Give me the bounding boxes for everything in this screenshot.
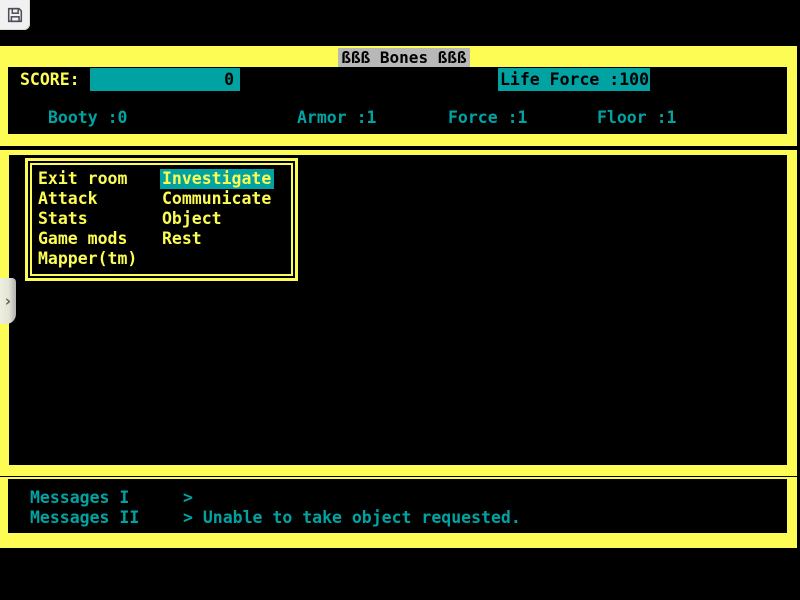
messages-1-content: > [183, 488, 193, 508]
menu-item-attack[interactable]: Attack [38, 189, 137, 209]
menu-item-object[interactable]: Object [162, 209, 274, 229]
message-row: Messages I > [0, 488, 797, 508]
score-panel: ßßß Bones ßßß SCORE: 0 Life Force :100 B… [0, 46, 797, 146]
messages-panel: Messages I > Messages II > Unable to tak… [0, 477, 797, 548]
stat-booty: Booty :0 [48, 107, 127, 129]
stat-armor: Armor :1 [297, 107, 376, 129]
menu-item-investigate[interactable]: Investigate [160, 169, 274, 189]
main-panel: Exit room Attack Stats Game mods Mapper(… [0, 150, 797, 476]
stat-force: Force :1 [448, 107, 527, 129]
menu-item-game-mods[interactable]: Game mods [38, 229, 137, 249]
menu-item-mapper[interactable]: Mapper(tm) [38, 249, 137, 269]
sidebar-expand-tab[interactable]: › [0, 278, 16, 324]
score-bar: 0 [90, 68, 240, 91]
life-force-badge: Life Force :100 [498, 68, 650, 91]
floppy-disk-icon [6, 6, 24, 24]
messages-2-content: > Unable to take object requested. [183, 508, 521, 528]
menu-item-stats[interactable]: Stats [38, 209, 137, 229]
command-menu: Exit room Attack Stats Game mods Mapper(… [25, 158, 298, 281]
save-button[interactable] [0, 0, 30, 30]
message-row: Messages II > Unable to take object requ… [0, 508, 797, 528]
chevron-right-icon: › [5, 294, 11, 309]
menu-item-communicate[interactable]: Communicate [162, 189, 274, 209]
score-label: SCORE: [20, 68, 80, 91]
menu-item-exit-room[interactable]: Exit room [38, 169, 137, 189]
command-menu-right-column: Investigate Communicate Object Rest [162, 169, 274, 249]
game-screen: ßßß Bones ßßß SCORE: 0 Life Force :100 B… [0, 0, 800, 600]
stat-floor: Floor :1 [597, 107, 676, 129]
messages-1-label: Messages I [30, 488, 129, 508]
messages-2-label: Messages II [30, 508, 139, 528]
game-title: ßßß Bones ßßß [338, 48, 470, 67]
menu-item-rest[interactable]: Rest [162, 229, 274, 249]
command-menu-left-column: Exit room Attack Stats Game mods Mapper(… [38, 169, 137, 269]
